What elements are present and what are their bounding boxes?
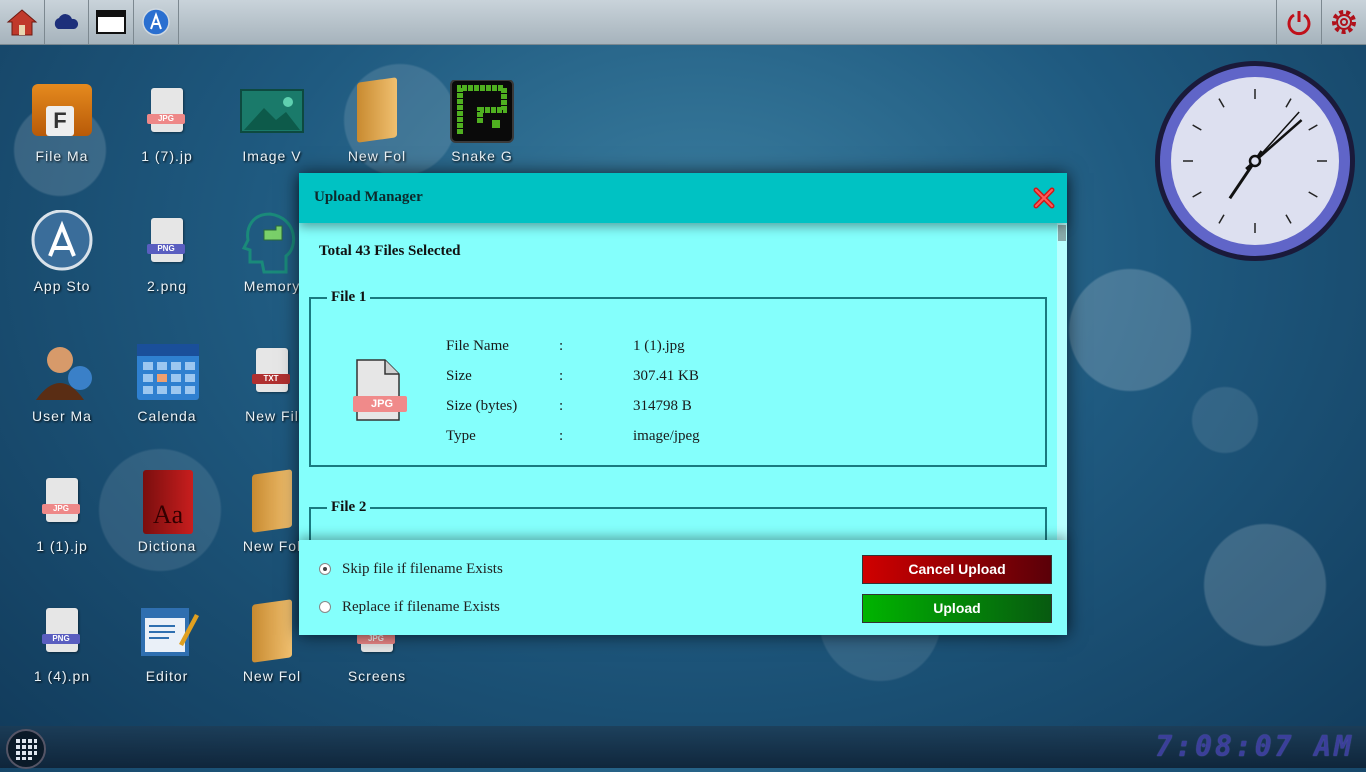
close-icon — [1033, 187, 1055, 209]
file-info-value: image/jpeg — [633, 428, 700, 444]
desktop-icon-label: Snake G — [451, 148, 513, 164]
close-button[interactable] — [1033, 187, 1055, 209]
desktop-icon-label: 1 (7).jp — [141, 148, 193, 164]
snake-game-icon — [450, 79, 514, 144]
desktop-icon-jpg-file[interactable]: JPG 1 (7).jp — [117, 80, 217, 200]
analog-clock-face — [1155, 61, 1355, 261]
dialog-body[interactable]: Total 43 Files Selected File 1 JPG File … — [299, 223, 1057, 540]
upload-manager-dialog: Upload Manager Total 43 Files Selected F… — [299, 173, 1067, 635]
top-bar — [0, 0, 1366, 45]
desktop-icon-user-manager[interactable]: User Ma — [12, 340, 112, 460]
file-card-legend: File 2 — [331, 499, 367, 515]
folder-icon — [240, 599, 304, 664]
editor-icon — [135, 600, 199, 664]
analog-clock-widget — [1154, 60, 1356, 262]
home-icon — [6, 9, 38, 36]
folder-icon — [345, 77, 409, 144]
desktop-icon-png-file[interactable]: PNG 2.png — [117, 210, 217, 330]
desktop-icon-label: New Fol — [347, 148, 407, 164]
file-info-sep: : — [559, 428, 564, 444]
dialog-header: Upload Manager — [299, 173, 1067, 223]
dialog-title: Upload Manager — [314, 189, 423, 205]
file-card: File 2 — [309, 499, 1047, 540]
desktop-icon-label: Image V — [242, 148, 302, 164]
jpg-file-icon: JPG — [30, 470, 94, 534]
cloud-icon — [54, 14, 79, 29]
file-info-key: Size (bytes) — [446, 398, 518, 414]
file-info-key: File Name — [446, 338, 509, 354]
home-button[interactable] — [0, 0, 45, 44]
dialog-scrollbar[interactable] — [1057, 223, 1067, 540]
file-info-key: Size — [446, 368, 472, 384]
jpg-file-icon: JPG — [135, 80, 199, 144]
file-manager-icon: F — [30, 80, 94, 144]
desktop-icon-dictionary[interactable]: Aa Dictiona — [117, 470, 217, 590]
desktop-icon-editor[interactable]: Editor — [117, 600, 217, 720]
desktop-icon-label: Calenda — [137, 408, 197, 424]
png-file-icon: PNG — [135, 210, 199, 274]
file-info-sep: : — [559, 368, 564, 384]
replace-option-label: Replace if filename Exists — [342, 599, 500, 615]
jpg-file-icon: JPG — [353, 358, 407, 422]
file-info-key: Type — [446, 428, 476, 444]
power-button[interactable] — [1276, 0, 1321, 44]
file-info-value: 307.41 KB — [633, 368, 699, 384]
app-store-button[interactable] — [134, 0, 179, 44]
settings-gear-icon — [1332, 10, 1356, 34]
desktop-icon-label: User Ma — [32, 408, 92, 424]
txt-file-icon: TXT — [240, 340, 304, 404]
file-type-badge: JPG — [371, 398, 394, 410]
folder-icon — [240, 469, 304, 534]
cloud-button[interactable] — [44, 0, 89, 44]
file-card-legend: File 1 — [331, 289, 367, 305]
desktop-icon-label: 1 (1).jp — [36, 538, 88, 554]
settings-button[interactable] — [1321, 0, 1366, 44]
skip-radio[interactable] — [319, 563, 331, 575]
file-card: File 1 JPG File Name : 1 (1).jpg Size : … — [309, 289, 1047, 467]
desktop-icon-file-manager[interactable]: F File Ma — [12, 80, 112, 200]
desktop-icon-label: App Sto — [33, 278, 91, 294]
scrollbar-thumb[interactable] — [1058, 225, 1066, 241]
png-file-icon: PNG — [30, 600, 94, 664]
desktop-icon-label: Dictiona — [137, 538, 197, 554]
desktop-icon-app-store[interactable]: App Sto — [12, 209, 112, 330]
file-info-value: 314798 B — [633, 398, 692, 414]
calendar-icon — [135, 340, 199, 404]
digital-clock: 7:08:07 AM — [1155, 730, 1354, 763]
desktop-icon-label: Screens — [347, 668, 407, 684]
user-manager-icon — [30, 340, 94, 404]
upload-button[interactable]: Upload — [862, 594, 1052, 623]
app-store-icon — [142, 8, 170, 36]
desktop-icon-calendar[interactable]: Calenda — [117, 340, 217, 460]
window-icon — [96, 10, 126, 34]
skip-option-label: Skip file if filename Exists — [342, 561, 503, 577]
cancel-upload-button[interactable]: Cancel Upload — [862, 555, 1052, 584]
power-icon — [1287, 11, 1311, 36]
file-info-sep: : — [559, 398, 564, 414]
file-info-sep: : — [559, 338, 564, 354]
desktop-icon-label: 1 (4).pn — [33, 668, 91, 684]
desktop-icon-label: 2.png — [146, 278, 188, 294]
window-button[interactable] — [89, 0, 134, 44]
app-launcher-button[interactable] — [6, 729, 46, 769]
desktop-icon-png-file[interactable]: PNG 1 (4).pn — [12, 600, 112, 720]
app-store-icon — [30, 209, 94, 274]
desktop-icon-label: Editor — [145, 668, 189, 684]
app-grid-icon — [16, 739, 37, 760]
image-viewer-icon — [240, 80, 304, 144]
desktop-icon-label: New Fol — [242, 668, 302, 684]
desktop-icon-jpg-file[interactable]: JPG 1 (1).jp — [12, 470, 112, 590]
dialog-footer: Skip file if filename Exists Replace if … — [299, 540, 1067, 635]
memory-game-icon — [240, 210, 304, 274]
total-files-label: Total 43 Files Selected — [319, 243, 461, 259]
taskbar: 7:08:07 AM — [0, 726, 1366, 769]
replace-radio[interactable] — [319, 601, 331, 613]
dictionary-icon: Aa — [135, 470, 199, 534]
file-info-value: 1 (1).jpg — [633, 338, 685, 354]
desktop-icon-label: File Ma — [35, 148, 89, 164]
